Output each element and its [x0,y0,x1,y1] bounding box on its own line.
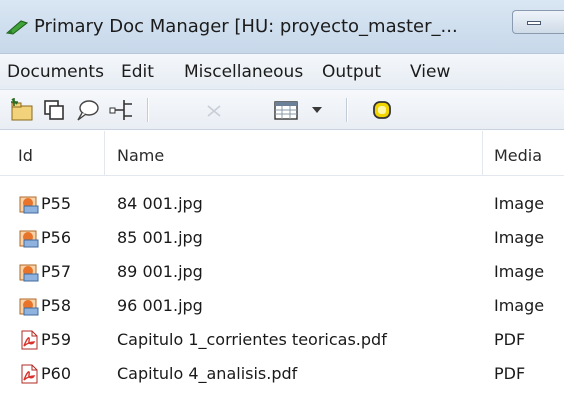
chevron-down-icon [312,107,322,113]
column-header-media[interactable]: Media [494,145,542,167]
row-media: PDF [494,330,526,349]
column-header-name[interactable]: Name [117,145,164,167]
minimize-icon [527,21,541,25]
row-media: Image [494,296,545,315]
table-header: Id Name Media [0,131,564,176]
table-row[interactable]: P59 Capitulo 1_corrientes teoricas.pdf P… [0,324,564,356]
table-row[interactable]: P58 96 001.jpg Image [0,290,564,322]
row-id: P57 [41,262,72,281]
row-id: P58 [41,296,72,315]
image-file-icon [19,196,39,214]
new-document-icon[interactable] [8,96,36,124]
menu-output[interactable]: Output [322,60,381,84]
row-media: Image [494,228,545,247]
minimize-button[interactable] [512,10,564,34]
documents-table: Id Name Media P55 84 001.jpg Image P56 8 [0,131,564,394]
column-divider[interactable] [104,131,105,175]
row-name: 84 001.jpg [117,194,203,213]
copy-document-icon[interactable] [40,96,68,124]
table-view-icon [274,101,298,120]
table-row[interactable]: P55 84 001.jpg Image [0,188,564,220]
app-logo-icon [6,20,28,35]
image-file-icon [19,264,39,282]
delete-icon[interactable] [200,96,228,124]
table-row[interactable]: P56 85 001.jpg Image [0,222,564,254]
menu-view[interactable]: View [410,60,450,84]
tree-structure-icon[interactable] [108,96,136,124]
toolbar [0,90,564,130]
row-id: P60 [41,364,72,383]
row-name: 85 001.jpg [117,228,203,247]
title-bar[interactable]: Primary Doc Manager [HU: proyecto_master… [0,0,564,54]
toolbar-separator [147,98,149,122]
comment-icon[interactable] [74,96,102,124]
table-row[interactable]: P60 Capitulo 4_analisis.pdf PDF [0,358,564,390]
table-view-dropdown[interactable] [272,96,330,124]
image-file-icon [19,298,39,316]
row-id: P56 [41,228,72,247]
menu-edit[interactable]: Edit [121,60,154,84]
row-id: P59 [41,330,72,349]
row-media: PDF [494,364,526,383]
pdf-file-icon [21,364,38,384]
pdf-file-icon [21,330,38,350]
highlight-icon[interactable] [368,96,396,124]
app-window: Primary Doc Manager [HU: proyecto_master… [0,0,564,394]
row-id: P55 [41,194,72,213]
column-header-id[interactable]: Id [18,145,33,167]
menu-miscellaneous[interactable]: Miscellaneous [184,60,303,84]
row-name: 96 001.jpg [117,296,203,315]
row-name: Capitulo 4_analisis.pdf [117,364,298,383]
window-title: Primary Doc Manager [HU: proyecto_master… [34,16,458,37]
row-media: Image [494,262,545,281]
row-name: Capitulo 1_corrientes teoricas.pdf [117,330,387,349]
toolbar-separator [346,98,348,122]
menu-documents[interactable]: Documents [7,60,104,84]
image-file-icon [19,230,39,248]
row-media: Image [494,194,545,213]
menu-bar: Documents Edit Miscellaneous Output View [0,54,564,90]
column-divider[interactable] [482,131,483,175]
table-row[interactable]: P57 89 001.jpg Image [0,256,564,288]
row-name: 89 001.jpg [117,262,203,281]
